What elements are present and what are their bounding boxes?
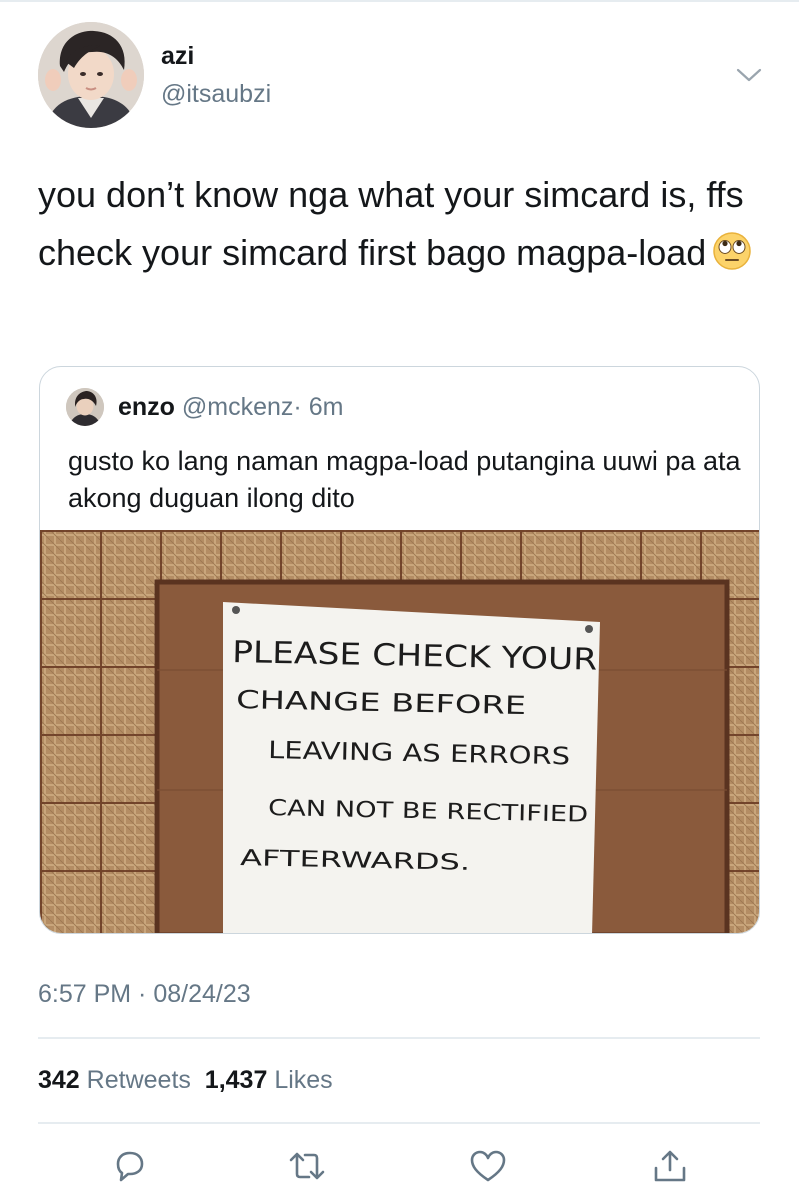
quoted-tweet-text: gusto ko lang naman magpa-load putangina… bbox=[68, 446, 741, 513]
quoted-author-name[interactable]: enzo bbox=[118, 393, 175, 421]
quoted-tweet-header: enzo @mckenz· 6m bbox=[118, 393, 343, 422]
like-icon bbox=[470, 1150, 506, 1182]
quoted-author-avatar bbox=[66, 388, 104, 426]
reply-icon bbox=[116, 1151, 144, 1182]
divider bbox=[38, 1122, 760, 1124]
retweet-button[interactable] bbox=[287, 1148, 327, 1184]
face-with-rolling-eyes-icon bbox=[712, 230, 752, 270]
quoted-tweet-card[interactable]: enzo @mckenz· 6m gusto ko lang naman mag… bbox=[39, 366, 760, 934]
quoted-tweet-photo[interactable]: PLEASE CHECK YOUR CHANGE BEFORE LEAVING AS… bbox=[40, 530, 759, 933]
like-label[interactable]: Likes bbox=[274, 1066, 332, 1094]
retweet-icon bbox=[289, 1152, 325, 1180]
retweet-count[interactable]: 342 bbox=[38, 1066, 80, 1094]
top-border bbox=[0, 0, 799, 2]
sign-line: AFTERWARDS. bbox=[240, 846, 470, 876]
chevron-down-icon[interactable] bbox=[734, 62, 764, 88]
sign-line: CHANGE BEFORE bbox=[236, 685, 527, 720]
author-name[interactable]: azi bbox=[161, 42, 194, 71]
quoted-author-handle[interactable]: @mckenz bbox=[182, 393, 294, 421]
share-icon bbox=[654, 1150, 686, 1182]
author-handle[interactable]: @itsaubzi bbox=[161, 80, 271, 109]
quoted-tweet-time: · 6m bbox=[293, 393, 344, 421]
tweet-stats: 342 Retweets 1,437 Likes bbox=[38, 1066, 333, 1095]
sign-paper: PLEASE CHECK YOURCHANGE BEFORELEAVING AS… bbox=[223, 602, 600, 933]
share-button[interactable] bbox=[650, 1148, 690, 1184]
tweet-timestamp[interactable]: 6:57 PM · 08/24/23 bbox=[38, 980, 251, 1009]
like-count[interactable]: 1,437 bbox=[205, 1066, 268, 1094]
divider bbox=[38, 1037, 760, 1039]
like-button[interactable] bbox=[468, 1148, 508, 1184]
retweet-label[interactable]: Retweets bbox=[87, 1066, 191, 1094]
reply-button[interactable] bbox=[110, 1148, 150, 1184]
tweet-text: you don’t know nga what your simcard is,… bbox=[38, 166, 768, 282]
tweet-text-content: you don’t know nga what your simcard is,… bbox=[38, 174, 744, 273]
author-avatar[interactable] bbox=[38, 22, 144, 128]
